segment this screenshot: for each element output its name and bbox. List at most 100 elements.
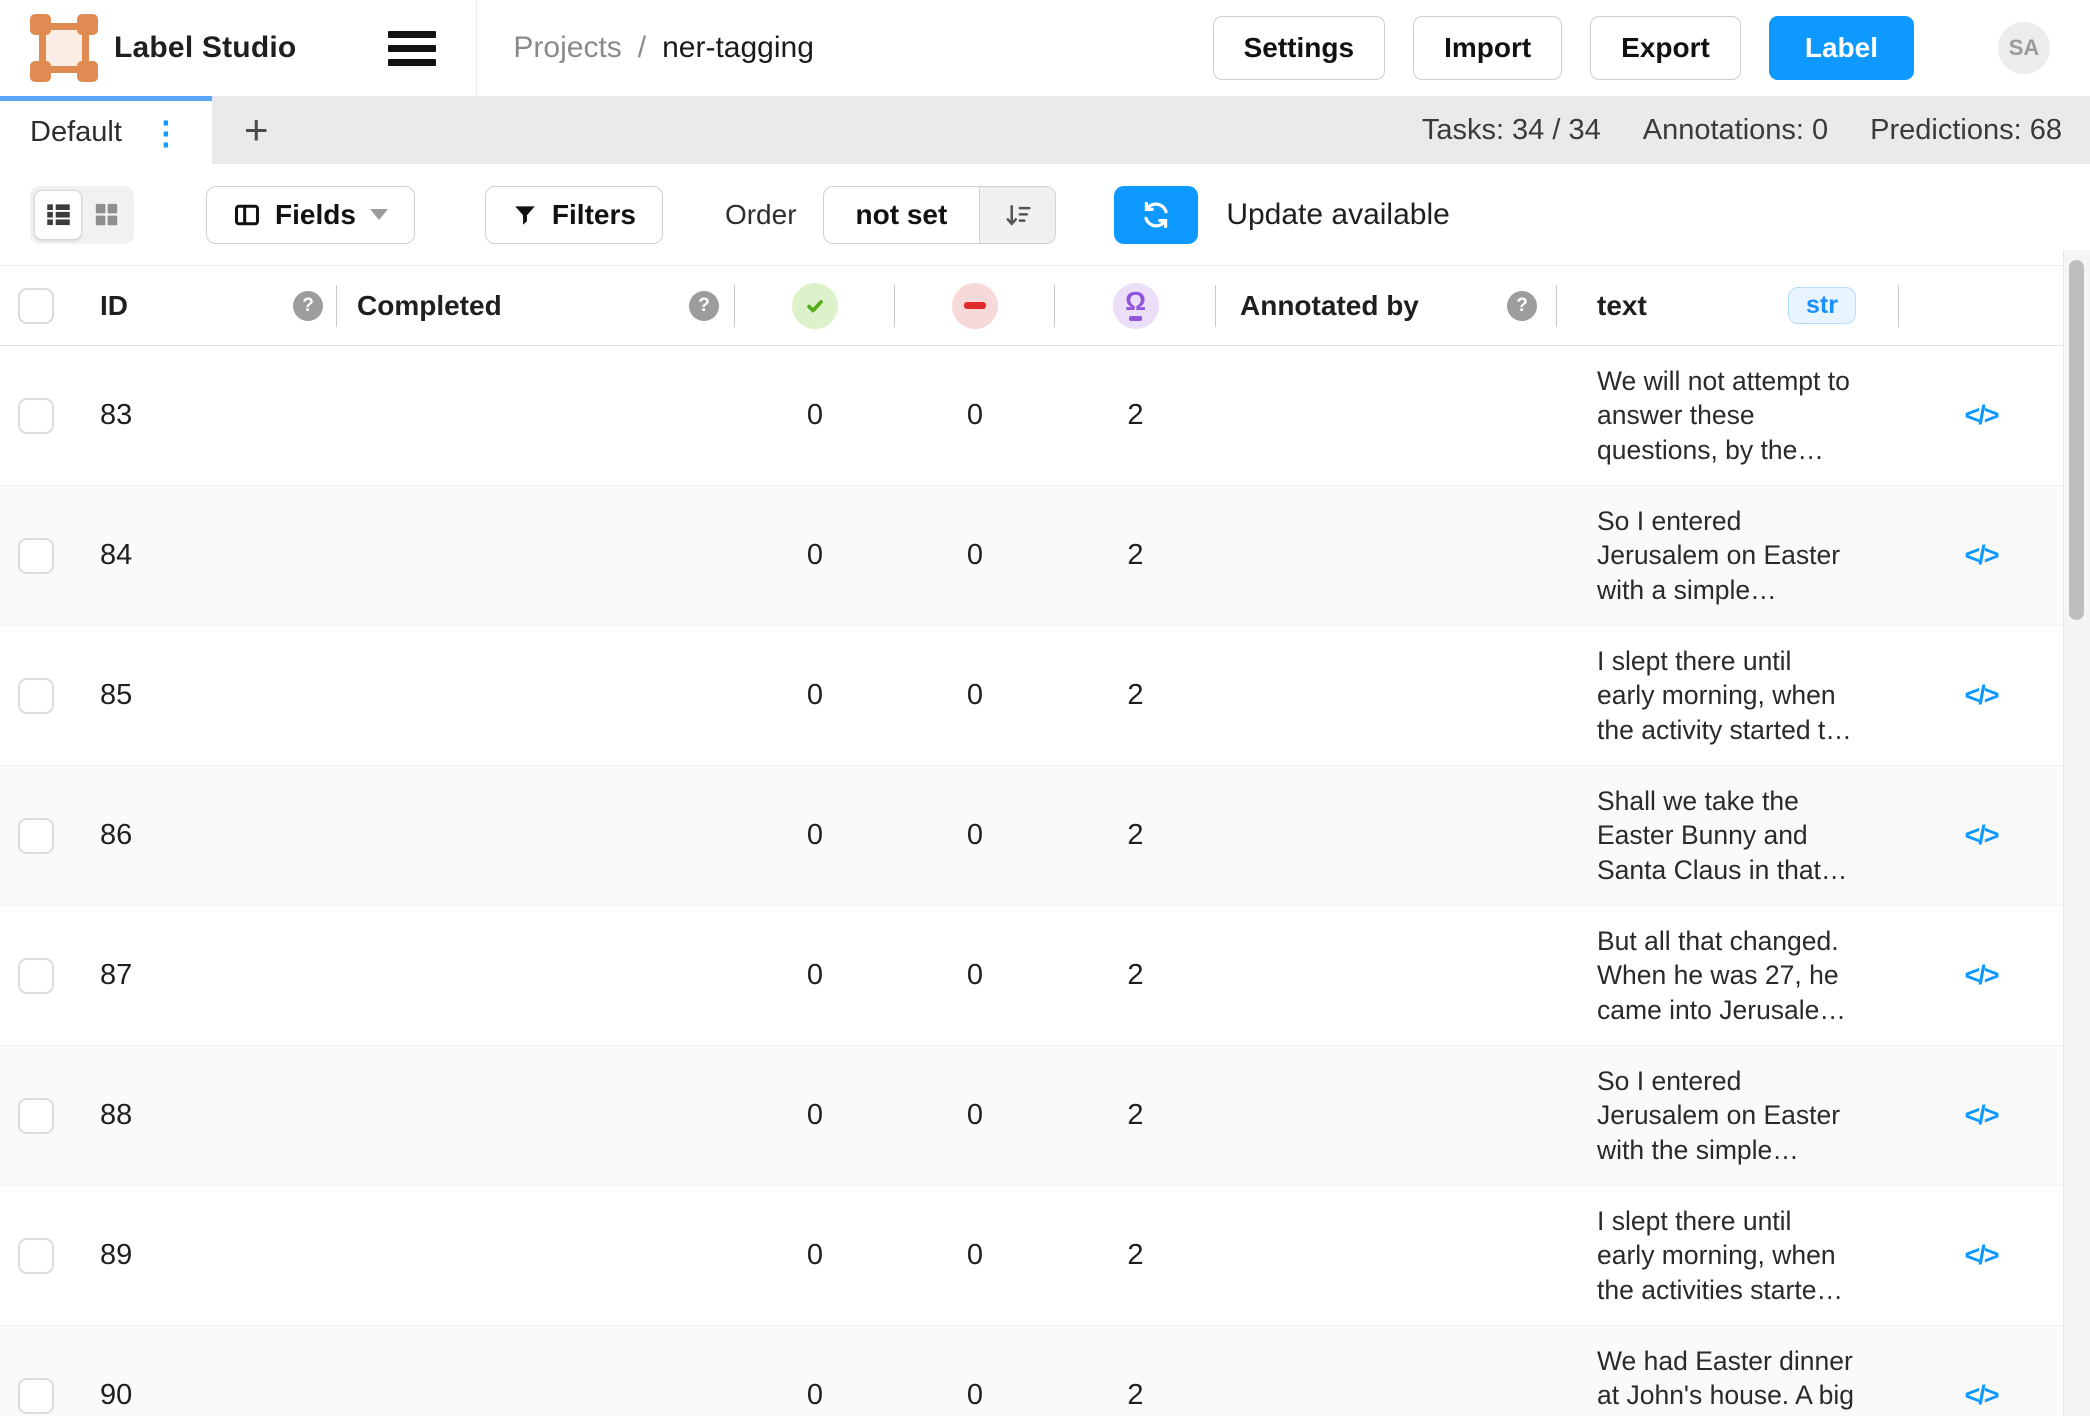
vertical-scrollbar[interactable] [2063, 250, 2090, 1416]
row-checkbox[interactable] [18, 398, 54, 434]
predictions-count: 2 [1127, 819, 1143, 852]
breadcrumb-separator: / [638, 31, 646, 65]
row-source-cell: </> [1899, 1046, 2063, 1185]
row-predictions-cell: 2 [1055, 486, 1216, 625]
table-row[interactable]: 89002I slept there until early morning, … [0, 1186, 2063, 1326]
tab-menu-kebab-icon[interactable]: ⋮ [150, 117, 182, 149]
task-id: 87 [100, 959, 132, 992]
column-header-annotated-by[interactable]: Annotated by [1240, 290, 1419, 322]
row-checkbox[interactable] [18, 818, 54, 854]
help-icon[interactable]: ? [293, 291, 323, 321]
hamburger-menu-icon[interactable] [388, 31, 436, 66]
scrollbar-thumb[interactable] [2069, 260, 2084, 620]
skipped-count: 0 [967, 399, 983, 432]
text-type-badge[interactable]: str [1788, 287, 1856, 324]
predictions-count: 2 [1127, 1379, 1143, 1412]
breadcrumb-projects[interactable]: Projects [513, 31, 621, 65]
row-checkbox[interactable] [18, 678, 54, 714]
breadcrumb: Projects / ner-tagging [513, 31, 814, 65]
help-icon[interactable]: ? [689, 291, 719, 321]
row-checkbox[interactable] [18, 1378, 54, 1414]
toolbar: Fields Filters Order not set [0, 164, 2090, 265]
code-icon[interactable]: </> [1964, 1380, 1997, 1411]
avatar[interactable]: SA [1998, 22, 2050, 74]
row-completed-cell [337, 1186, 735, 1325]
row-select-cell [0, 766, 90, 905]
column-header-completed[interactable]: Completed [357, 290, 502, 322]
code-icon[interactable]: </> [1964, 1240, 1997, 1271]
annotations-skipped-icon[interactable] [952, 283, 998, 329]
annotations-accepted-icon[interactable] [792, 283, 838, 329]
refresh-button[interactable] [1114, 186, 1198, 244]
settings-button[interactable]: Settings [1213, 16, 1385, 80]
help-icon[interactable]: ? [1507, 291, 1537, 321]
order-value-dropdown[interactable]: not set [824, 187, 980, 243]
code-icon[interactable]: </> [1964, 400, 1997, 431]
table-row[interactable]: 86002Shall we take the Easter Bunny and … [0, 766, 2063, 906]
row-checkbox[interactable] [18, 958, 54, 994]
predictions-count: 2 [1127, 679, 1143, 712]
predictions-count: 2 [1127, 399, 1143, 432]
task-id: 89 [100, 1239, 132, 1272]
accepted-count: 0 [807, 539, 823, 572]
code-icon[interactable]: </> [1964, 960, 1997, 991]
column-header-id[interactable]: ID [100, 290, 128, 322]
accepted-count: 0 [807, 1379, 823, 1412]
accepted-count: 0 [807, 819, 823, 852]
label-button[interactable]: Label [1769, 16, 1914, 80]
import-button[interactable]: Import [1413, 16, 1562, 80]
predictions-count: 2 [1127, 1239, 1143, 1272]
table-row[interactable]: 84002So I entered Jerusalem on Easter wi… [0, 486, 2063, 626]
add-tab-button[interactable]: + [244, 109, 269, 151]
column-header-text[interactable]: text [1597, 290, 1647, 322]
code-icon[interactable]: </> [1964, 680, 1997, 711]
skipped-count: 0 [967, 539, 983, 572]
row-checkbox[interactable] [18, 1098, 54, 1134]
label-studio-logo-icon[interactable] [30, 14, 98, 82]
tab-default[interactable]: Default ⋮ [0, 96, 212, 164]
table-header-row: ID ? Completed ? Ω [0, 266, 2063, 346]
fields-button[interactable]: Fields [206, 186, 415, 244]
row-source-cell: </> [1899, 1326, 2063, 1416]
row-select-cell [0, 486, 90, 625]
order-control: not set [823, 186, 1057, 244]
predictions-icon[interactable]: Ω [1113, 283, 1159, 329]
breadcrumb-current-project: ner-tagging [662, 31, 814, 65]
stat-predictions: Predictions: 68 [1870, 114, 2062, 147]
code-icon[interactable]: </> [1964, 540, 1997, 571]
row-accepted-cell: 0 [735, 766, 895, 905]
skipped-count: 0 [967, 819, 983, 852]
row-checkbox[interactable] [18, 538, 54, 574]
select-all-checkbox[interactable] [18, 288, 54, 324]
code-icon[interactable]: </> [1964, 820, 1997, 851]
table-row[interactable]: 87002But all that changed. When he was 2… [0, 906, 2063, 1046]
table-row[interactable]: 83002We will not attempt to answer these… [0, 346, 2063, 486]
row-id-cell: 83 [90, 346, 337, 485]
grid-view-icon [93, 201, 120, 228]
task-text-snippet: So I entered Jerusalem on Easter with a … [1597, 504, 1856, 607]
row-completed-cell [337, 906, 735, 1045]
row-completed-cell [337, 346, 735, 485]
accepted-count: 0 [807, 1239, 823, 1272]
task-id: 86 [100, 819, 132, 852]
row-source-cell: </> [1899, 626, 2063, 765]
list-view-button[interactable] [34, 190, 82, 240]
row-predictions-cell: 2 [1055, 1186, 1216, 1325]
table-row[interactable]: 90002We had Easter dinner at John's hous… [0, 1326, 2063, 1416]
filters-button[interactable]: Filters [485, 186, 663, 244]
sort-direction-button[interactable] [979, 187, 1055, 243]
export-button[interactable]: Export [1590, 16, 1741, 80]
grid-view-button[interactable] [82, 190, 130, 240]
row-source-cell: </> [1899, 486, 2063, 625]
row-accepted-cell: 0 [735, 906, 895, 1045]
row-text-cell: I slept there until early morning, when … [1557, 1186, 1899, 1325]
header-actions: Settings Import Export Label SA [1213, 16, 2050, 80]
row-source-cell: </> [1899, 346, 2063, 485]
code-icon[interactable]: </> [1964, 1100, 1997, 1131]
tab-default-label: Default [30, 116, 122, 149]
row-checkbox[interactable] [18, 1238, 54, 1274]
table-row[interactable]: 88002So I entered Jerusalem on Easter wi… [0, 1046, 2063, 1186]
table-body: 83002We will not attempt to answer these… [0, 346, 2063, 1416]
table-row[interactable]: 85002I slept there until early morning, … [0, 626, 2063, 766]
row-id-cell: 86 [90, 766, 337, 905]
